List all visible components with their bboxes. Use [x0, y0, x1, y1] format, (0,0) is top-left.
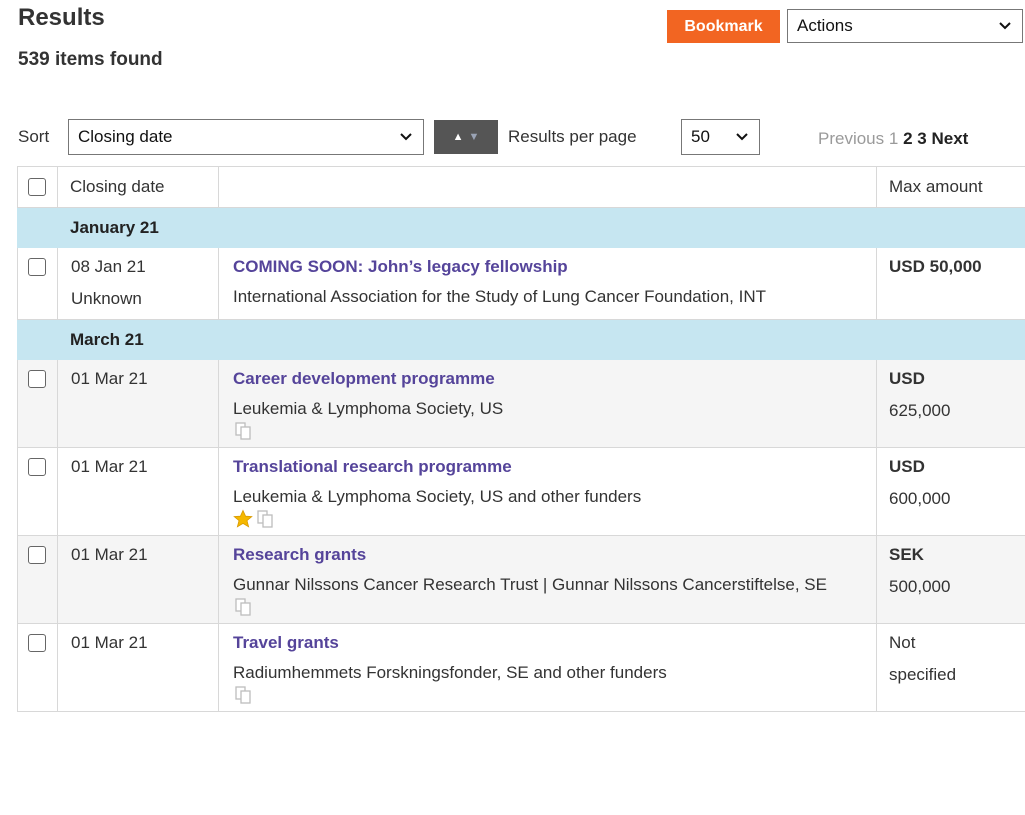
page-title: Results [18, 4, 105, 31]
results-table-body: January 21 08 Jan 21 Unknown COMING SOON: J… [17, 207, 1025, 712]
row-select-cell [17, 535, 58, 624]
row-select-cell [17, 359, 58, 448]
sort-dropdown-value: Closing date [78, 127, 173, 146]
actions-dropdown[interactable]: Actions [787, 9, 1023, 43]
pagination-page-current: 1 [888, 129, 899, 148]
duplicate-icon [235, 598, 251, 616]
sort-direction-toggle[interactable]: ▲ ▼ [434, 120, 498, 154]
funder-name: International Association for the Study … [233, 287, 766, 306]
results-per-page-dropdown[interactable]: 50 [681, 119, 760, 155]
row-checkbox[interactable] [28, 634, 46, 652]
chevron-down-icon [400, 133, 412, 141]
max-amount-value: 625,000 [889, 401, 951, 420]
closing-date-cell: 01 Mar 21 [57, 447, 219, 536]
opportunity-title-link[interactable]: Research grants [233, 539, 866, 571]
opportunity-title-link[interactable]: Career development programme [233, 363, 866, 395]
results-table: Closing date Max amount January 21 08 Jan… [17, 166, 1025, 712]
pagination: Previous 1 2 3 Next [818, 129, 968, 149]
max-amount-cell: Not specified [876, 623, 1025, 712]
select-all-checkbox[interactable] [28, 178, 46, 196]
sort-label: Sort [18, 127, 50, 146]
row-select-cell [17, 447, 58, 536]
opportunity-cell: Travel grants Radiumhemmets Forskningsfon… [218, 623, 877, 712]
max-amount-cell: USD 625,000 [876, 359, 1025, 448]
opportunity-cell: Research grants Gunnar Nilssons Cancer Re… [218, 535, 877, 624]
sort-descending-icon[interactable]: ▼ [469, 131, 480, 143]
pagination-page-link[interactable]: 3 [917, 129, 926, 148]
opportunity-title-link[interactable]: COMING SOON: John’s legacy fellowship [233, 251, 866, 283]
sort-dropdown[interactable]: Closing date [68, 119, 424, 155]
row-select-cell [17, 623, 58, 712]
row-checkbox[interactable] [28, 458, 46, 476]
closing-date: 08 Jan 21 [71, 257, 146, 276]
row-checkbox[interactable] [28, 258, 46, 276]
select-all-cell [17, 166, 58, 208]
closing-date: 01 Mar 21 [71, 457, 148, 476]
closing-date-cell: 01 Mar 21 [57, 623, 219, 712]
group-header-label: March 21 [17, 319, 1025, 360]
results-page: Results 539 items found Bookmark Actions… [0, 0, 1025, 815]
group-header-label: January 21 [17, 207, 1025, 248]
closing-date: 01 Mar 21 [71, 633, 148, 652]
max-amount-value: 600,000 [889, 489, 951, 508]
opportunity-cell: Translational research programme Leukemia… [218, 447, 877, 536]
column-header-max-amount[interactable]: Max amount [876, 166, 1025, 208]
duplicate-icon [235, 686, 251, 704]
row-select-cell [17, 247, 58, 320]
max-amount-cell: USD 50,000 [876, 247, 1025, 320]
closing-date: 01 Mar 21 [71, 545, 148, 564]
closing-date-cell: 08 Jan 21 Unknown [57, 247, 219, 320]
closing-date: 01 Mar 21 [71, 369, 148, 388]
max-amount-cell: SEK 500,000 [876, 535, 1025, 624]
closing-date-cell: 01 Mar 21 [57, 359, 219, 448]
results-per-page-value: 50 [691, 127, 710, 146]
table-row: 01 Mar 21 Translational research programm… [17, 447, 1025, 536]
max-amount-cell: USD 600,000 [876, 447, 1025, 536]
table-row: 01 Mar 21 Research grants Gunnar Nilssons … [17, 535, 1025, 624]
max-amount-currency: USD 50,000 [889, 257, 982, 276]
group-header-row: March 21 [17, 319, 1025, 360]
opening-date-status: Unknown [71, 289, 142, 308]
sort-ascending-icon[interactable]: ▲ [453, 131, 464, 143]
table-row: 01 Mar 21 Career development programme Leu… [17, 359, 1025, 448]
max-amount-currency: Not [889, 633, 916, 652]
max-amount-currency: SEK [889, 545, 924, 564]
closing-date-cell: 01 Mar 21 [57, 535, 219, 624]
max-amount-currency: USD [889, 457, 925, 476]
row-checkbox[interactable] [28, 370, 46, 388]
duplicate-icon [257, 510, 273, 528]
funder-name: Gunnar Nilssons Cancer Research Trust | … [233, 575, 827, 594]
actions-dropdown-value: Actions [797, 16, 853, 35]
column-header-closing-date[interactable]: Closing date [57, 166, 219, 208]
table-row: 01 Mar 21 Travel grants Radiumhemmets Fors… [17, 623, 1025, 712]
duplicate-icon [235, 422, 251, 440]
chevron-down-icon [999, 22, 1011, 30]
opportunity-cell: Career development programme Leukemia & L… [218, 359, 877, 448]
star-icon[interactable] [233, 509, 253, 529]
row-checkbox[interactable] [28, 546, 46, 564]
pagination-next[interactable]: Next [931, 129, 968, 148]
opportunity-title-link[interactable]: Travel grants [233, 627, 866, 659]
results-per-page-label: Results per page [508, 127, 637, 146]
results-count: 539 items found [18, 49, 163, 70]
opportunity-title-link[interactable]: Translational research programme [233, 451, 866, 483]
chevron-down-icon [736, 133, 748, 141]
max-amount-currency: USD [889, 369, 925, 388]
column-header-description [218, 166, 877, 208]
table-row: 08 Jan 21 Unknown COMING SOON: John’s lega… [17, 247, 1025, 320]
group-header-row: January 21 [17, 207, 1025, 248]
max-amount-value: 500,000 [889, 577, 951, 596]
pagination-previous: Previous [818, 129, 885, 148]
table-header-row: Closing date Max amount [17, 166, 1025, 208]
opportunity-cell: COMING SOON: John’s legacy fellowship Int… [218, 247, 877, 320]
max-amount-value: specified [889, 665, 957, 684]
bookmark-button[interactable]: Bookmark [667, 10, 780, 43]
pagination-page-link[interactable]: 2 [903, 129, 912, 148]
